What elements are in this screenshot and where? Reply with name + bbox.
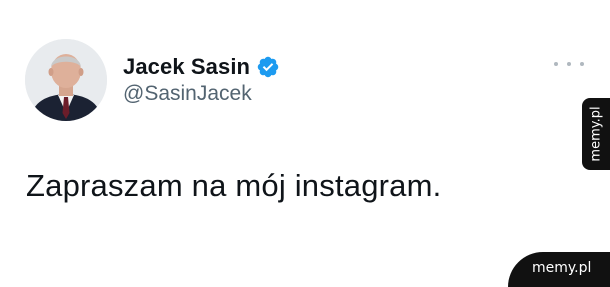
watermark-bottom-tab: memy.pl (508, 252, 610, 287)
author-display-name[interactable]: Jacek Sasin (123, 54, 250, 80)
author-handle[interactable]: @SasinJacek (123, 82, 252, 106)
more-dots-icon[interactable] (554, 56, 584, 72)
tweet-text: Zapraszam na mój instagram. (26, 168, 442, 203)
watermark-bottom-label: memy.pl (532, 260, 592, 276)
watermark-side-label: memy.pl (588, 106, 604, 162)
watermark-side-tab: memy.pl (582, 98, 610, 170)
avatar-photo (25, 39, 107, 121)
tweet-card: Jacek Sasin @SasinJacek Zapraszam na mój… (0, 0, 610, 287)
avatar[interactable] (25, 39, 107, 121)
verified-badge-icon (256, 55, 280, 79)
author-name-row[interactable]: Jacek Sasin (123, 52, 280, 82)
